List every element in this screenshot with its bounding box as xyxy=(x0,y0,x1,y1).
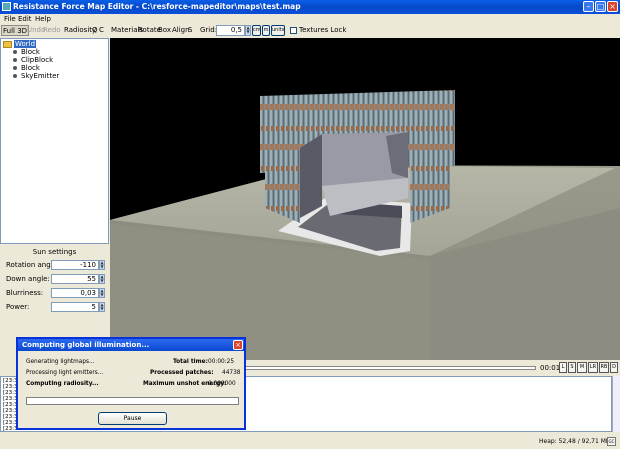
down-angle-spinner[interactable]: ▲ ▼ xyxy=(99,274,105,284)
total-time-value: 00:00:25 xyxy=(208,359,235,365)
q-button[interactable]: Q xyxy=(92,25,98,36)
dialog-close-button[interactable]: × xyxy=(233,340,243,350)
unit-units-button[interactable]: units xyxy=(271,25,285,36)
textures-lock-checkbox[interactable] xyxy=(290,27,297,34)
down-angle-label: Down angle: xyxy=(6,275,50,283)
folder-icon xyxy=(3,40,12,48)
timeline-time: 00:01 xyxy=(540,364,561,372)
align-button[interactable]: Align xyxy=(172,25,190,36)
rotation-angle-row: Rotation angle: -110 ▲ ▼ xyxy=(4,260,108,270)
tree-item-label: SkyEmitter xyxy=(21,72,60,80)
power-label: Power: xyxy=(6,303,30,311)
timeline-d-button[interactable]: D xyxy=(610,362,618,373)
timeline-m-button[interactable]: M xyxy=(577,362,587,373)
rotation-angle-spinner[interactable]: ▲ ▼ xyxy=(99,260,105,270)
grid-input[interactable]: 0,5 xyxy=(216,25,245,36)
down-angle-row: Down angle: 55 ▲ ▼ xyxy=(4,274,108,284)
menu-bar: File Edit Help xyxy=(0,14,620,24)
gi-progress-dialog: Computing global illumination... × Gener… xyxy=(16,337,246,430)
step-generating: Generating lightmaps... xyxy=(26,359,95,365)
s-button[interactable]: S xyxy=(188,25,192,36)
down-angle-input[interactable]: 55 xyxy=(51,274,99,284)
scene-tree: World Block ClipBlock Block SkyEmitter xyxy=(0,38,109,244)
node-icon xyxy=(13,58,17,62)
gi-progress-bar xyxy=(26,397,239,405)
tree-item-block[interactable]: Block xyxy=(13,48,40,56)
timeline-rb-button[interactable]: RB xyxy=(599,362,609,373)
sun-settings-title: Sun settings xyxy=(32,248,77,256)
node-icon xyxy=(13,66,17,70)
menu-file[interactable]: File xyxy=(4,15,16,23)
tree-item-label: ClipBlock xyxy=(21,56,54,64)
minimize-button[interactable]: – xyxy=(583,1,594,12)
menu-edit[interactable]: Edit xyxy=(18,15,32,23)
heap-usage: Heap: 52,48 / 92,71 MB xyxy=(539,438,611,445)
patches-value: 44738 xyxy=(222,370,241,376)
3d-viewport[interactable] xyxy=(110,38,620,360)
power-row: Power: 5 ▲ ▼ xyxy=(4,302,108,312)
close-window-button[interactable]: × xyxy=(607,1,618,12)
grid-spinner-arrows[interactable]: ▲ ▼ xyxy=(245,25,251,36)
timeline-l-button[interactable]: L xyxy=(559,362,567,373)
tree-item-world[interactable]: World xyxy=(3,40,37,48)
tree-item-skyemitter[interactable]: SkyEmitter xyxy=(13,72,59,80)
total-time-label: Total time: xyxy=(173,359,208,365)
step-radiosity: Computing radiosity... xyxy=(26,381,99,387)
timeline-s-button[interactable]: S xyxy=(568,362,576,373)
dialog-titlebar: Computing global illumination... × xyxy=(18,339,244,351)
node-icon xyxy=(13,74,17,78)
log-scrollbar[interactable] xyxy=(612,376,620,432)
blurriness-label: Blurriness: xyxy=(6,289,44,297)
unit-m-button[interactable]: m xyxy=(262,25,270,36)
status-bar: Heap: 52,48 / 92,71 MB GC xyxy=(0,434,620,449)
pause-button[interactable]: Pause xyxy=(98,412,167,425)
step-emitters: Processing light emitters... xyxy=(26,370,104,376)
right-pillar xyxy=(410,136,450,223)
gc-button[interactable]: GC xyxy=(607,437,616,446)
timeline-lr-button[interactable]: LR xyxy=(588,362,598,373)
power-input[interactable]: 5 xyxy=(51,302,99,312)
dialog-title: Computing global illumination... xyxy=(22,341,150,349)
menu-help[interactable]: Help xyxy=(35,15,51,23)
window-title: Resistance Force Map Editor - C:\resforc… xyxy=(13,2,301,11)
tree-item-clipblock[interactable]: ClipBlock xyxy=(13,56,53,64)
blurriness-row: Blurriness: 0,03 ▲ ▼ xyxy=(4,288,108,298)
c-button[interactable]: C xyxy=(99,25,104,36)
full3d-button[interactable]: Full 3D xyxy=(1,25,30,36)
power-spinner[interactable]: ▲ ▼ xyxy=(99,302,105,312)
tree-item-label: Block xyxy=(21,64,40,72)
tree-item-block[interactable]: Block xyxy=(13,64,40,72)
redo-button[interactable]: Redo xyxy=(43,25,61,36)
rotation-angle-input[interactable]: -110 xyxy=(51,260,99,270)
energy-value: 0.000000 xyxy=(208,381,236,387)
window-titlebar: Resistance Force Map Editor - C:\resforc… xyxy=(0,0,620,14)
tree-item-label: World xyxy=(14,40,37,48)
unit-cm-button[interactable]: cm xyxy=(252,25,261,36)
app-icon xyxy=(2,2,11,11)
blurriness-spinner[interactable]: ▲ ▼ xyxy=(99,288,105,298)
maximize-button[interactable]: □ xyxy=(595,1,606,12)
node-icon xyxy=(13,50,17,54)
blurriness-input[interactable]: 0,03 xyxy=(51,288,99,298)
patches-label: Processed patches: xyxy=(150,370,214,376)
grid-label: Grid: xyxy=(200,26,218,34)
textures-lock-label: Textures Lock xyxy=(299,26,347,34)
box-button[interactable]: Box xyxy=(158,25,171,36)
tree-item-label: Block xyxy=(21,48,40,56)
scene-render xyxy=(110,90,620,360)
toolbar: Full 3D Undo Redo Radiosity Q C Material… xyxy=(0,24,620,38)
